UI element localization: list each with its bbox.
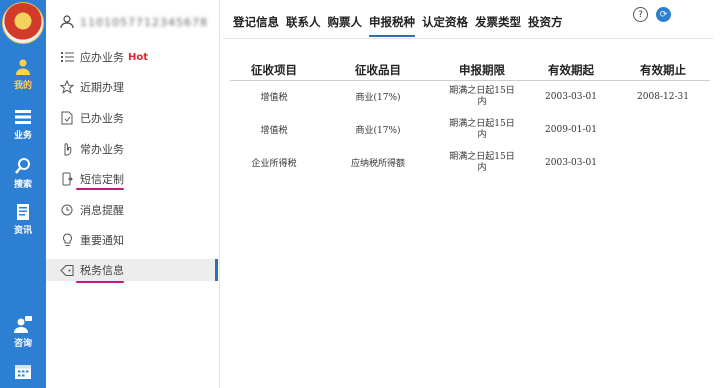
rail-item-news[interactable]: 资讯 (0, 203, 46, 236)
sidebar-item-frequent[interactable]: 常办业务 (60, 138, 218, 160)
table-row: 增值税 商业(17%) 期满之日起15日内 2009-01-01 (230, 113, 710, 146)
icon-rail: 我的 业务 搜索 资讯 咨询 (0, 0, 46, 388)
rail-label: 资讯 (13, 226, 32, 236)
sidebar-item-label: 应办业务 (80, 51, 124, 64)
sidebar-item-tax-info[interactable]: 税务信息 (46, 259, 218, 281)
rail-label: 搜索 (13, 180, 32, 190)
table-cell: 2003-03-01 (545, 157, 597, 168)
user-icon (16, 59, 30, 75)
tab-investor[interactable]: 投资方 (528, 14, 563, 37)
sidebar-item-label: 近期办理 (80, 81, 124, 94)
rail-label: 业务 (13, 131, 32, 141)
column-header: 有效期起 (548, 62, 594, 77)
sidebar-item-label: 常办业务 (80, 143, 124, 156)
clock-icon (60, 203, 74, 217)
tab-qualification[interactable]: 认定资格 (422, 14, 468, 37)
rail-item-consult[interactable]: 咨询 (0, 316, 46, 349)
sidebar-item-label: 已办业务 (80, 112, 124, 125)
rail-item-calendar[interactable] (0, 362, 46, 380)
tab-contact[interactable]: 联系人 (286, 14, 321, 37)
table-cell: 2008-12-31 (637, 91, 689, 102)
done-document-icon (60, 111, 74, 125)
tab-registration[interactable]: 登记信息 (233, 14, 279, 37)
sidebar-item-done[interactable]: 已办业务 (60, 107, 218, 129)
tab-bar: 登记信息 联系人 购票人 申报税种 认定资格 发票类型 投资方 (233, 14, 563, 37)
rail-label: 咨询 (13, 339, 32, 349)
star-icon (60, 80, 74, 94)
list-icon (15, 110, 31, 124)
pointer-icon (60, 142, 74, 156)
todo-list-icon (60, 50, 74, 64)
rail-item-mine[interactable]: 我的 (0, 58, 46, 91)
table-cell: 企业所得税 (251, 159, 297, 169)
column-header: 征收项目 (251, 62, 297, 77)
sidebar-item-label: 重要通知 (80, 234, 124, 247)
tab-invoice-type[interactable]: 发票类型 (475, 14, 521, 37)
lightbulb-icon (60, 233, 74, 247)
rail-label: 我的 (13, 81, 32, 91)
help-icon[interactable]: ? (633, 7, 648, 22)
top-icons: ? ⟳ (633, 7, 671, 22)
sidebar-item-sms[interactable]: 短信定制 (60, 168, 218, 190)
table-cell: 期满之日起15日内 (449, 85, 515, 107)
rail-item-search[interactable]: 搜索 (0, 157, 46, 190)
tax-info-highlight-underline (76, 281, 124, 283)
table-row: 企业所得税 应纳税所得额 期满之日起15日内 2003-03-01 (230, 146, 710, 179)
sidebar-item-recent[interactable]: 近期办理 (60, 76, 218, 98)
sidebar-item-pending[interactable]: 应办业务 Hot (60, 46, 218, 68)
column-header: 有效期止 (640, 62, 686, 77)
active-indicator (215, 259, 218, 281)
sidebar-item-label: 短信定制 (80, 173, 124, 186)
tab-declared-tax-types[interactable]: 申报税种 (369, 14, 415, 37)
table-header-row: 征收项目 征收品目 申报期限 有效期起 有效期止 (230, 60, 710, 80)
search-icon (15, 158, 30, 174)
tax-bureau-logo (2, 2, 44, 44)
phone-icon (60, 172, 74, 186)
sidebar-item-label: 消息提醒 (80, 204, 124, 217)
table-cell: 增值税 (260, 93, 288, 104)
sidebar-item-notice[interactable]: 重要通知 (60, 229, 218, 251)
column-header: 征收品目 (355, 62, 401, 77)
table-cell: 商业(17%) (355, 126, 401, 136)
update-icon[interactable]: ⟳ (656, 7, 671, 22)
sidebar-item-label: 税务信息 (80, 264, 124, 277)
user-info: 1101057712345678 (60, 13, 208, 31)
tag-icon (60, 263, 74, 277)
document-icon (17, 204, 29, 220)
tax-type-table: 征收项目 征收品目 申报期限 有效期起 有效期止 增值税 商业(17%) 期满之… (230, 60, 710, 179)
sidebar-item-reminder[interactable]: 消息提醒 (60, 199, 218, 221)
rail-item-business[interactable]: 业务 (0, 108, 46, 141)
tab-divider (223, 38, 713, 39)
table-cell: 应纳税所得额 (350, 159, 405, 169)
calendar-icon (15, 365, 31, 379)
user-outline-icon (60, 15, 74, 29)
table-row: 增值税 商业(17%) 期满之日起15日内 2003-03-01 2008-12… (230, 80, 710, 113)
table-cell: 增值税 (260, 126, 288, 136)
table-cell: 期满之日起15日内 (449, 118, 515, 140)
chat-user-icon (14, 316, 32, 333)
sms-highlight-underline (76, 188, 124, 190)
column-header: 申报期限 (459, 62, 505, 77)
sidebar: 1101057712345678 应办业务 Hot 近期办理 已办业务 常办业务… (46, 0, 220, 388)
table-cell (616, 146, 710, 179)
table-cell: 商业(17%) (355, 93, 401, 104)
hot-badge: Hot (128, 51, 149, 63)
table-cell (616, 113, 710, 146)
user-name: 1101057712345678 (80, 15, 208, 29)
table-cell: 期满之日起15日内 (449, 151, 515, 173)
table-cell: 2003-03-01 (545, 91, 597, 102)
tab-purchaser[interactable]: 购票人 (328, 14, 363, 37)
table-cell: 2009-01-01 (545, 124, 597, 135)
